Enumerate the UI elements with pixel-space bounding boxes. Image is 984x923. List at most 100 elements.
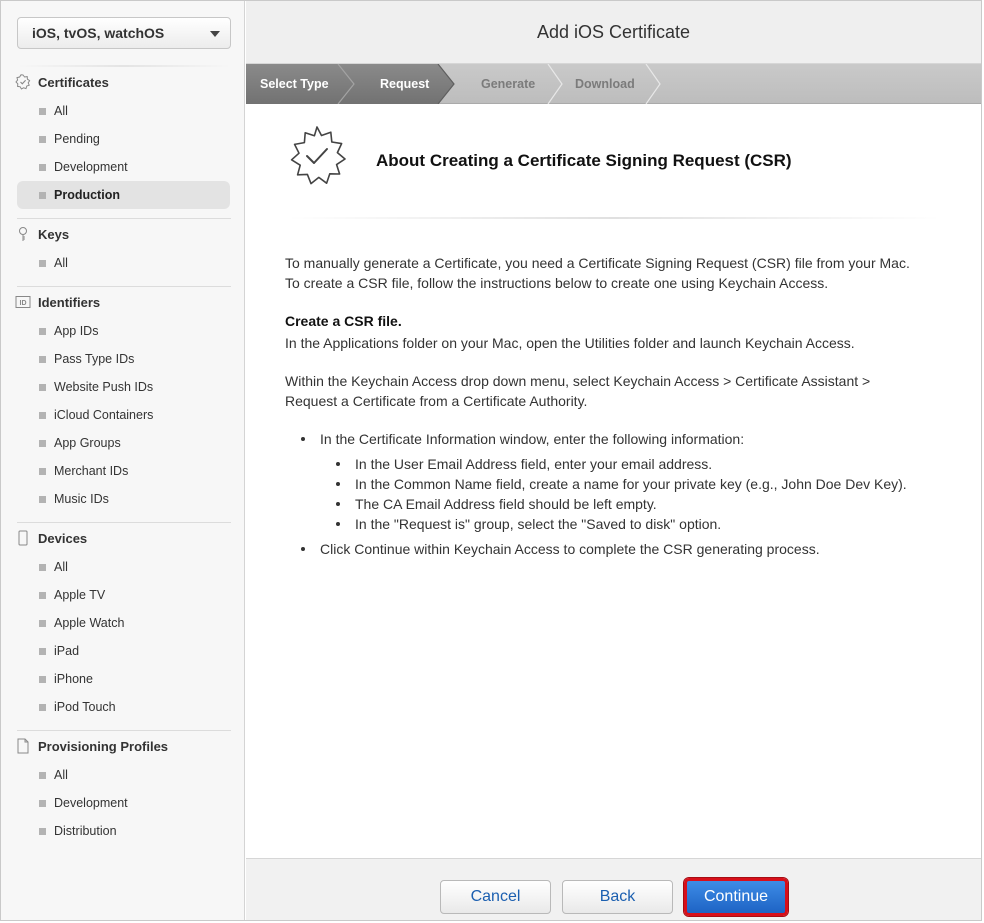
sidebar-item-apple-tv[interactable]: Apple TV <box>17 581 230 609</box>
bullet-icon <box>39 799 46 807</box>
bullet-icon <box>39 771 46 779</box>
sidebar: iOS, tvOS, watchOS Certificates All Pend… <box>1 1 245 920</box>
sidebar-item-apple-watch[interactable]: Apple Watch <box>17 609 230 637</box>
section-title: Keys <box>38 226 70 242</box>
list-item: In the User Email Address field, enter y… <box>334 454 925 474</box>
id-icon: ID <box>15 294 31 310</box>
page-title: Add iOS Certificate <box>246 1 981 64</box>
sidebar-item-app-ids[interactable]: App IDs <box>17 317 230 345</box>
bullet-icon <box>39 327 46 335</box>
platform-select-value: iOS, tvOS, watchOS <box>32 25 165 41</box>
step-select-type: Select Type <box>260 77 329 91</box>
sidebar-item-label: iPad <box>54 644 80 658</box>
sidebar-item-merchant-ids[interactable]: Merchant IDs <box>17 457 230 485</box>
section-title: Provisioning Profiles <box>38 738 169 754</box>
sidebar-item-label: Production <box>54 188 120 202</box>
sidebar-divider <box>17 522 231 523</box>
sidebar-item-ipad[interactable]: iPad <box>17 637 230 665</box>
sidebar-item-label: All <box>54 560 68 574</box>
sidebar-item-label: All <box>54 104 68 118</box>
list-item: In the Common Name field, create a name … <box>334 474 925 494</box>
sidebar-item-icloud-containers[interactable]: iCloud Containers <box>17 401 230 429</box>
sidebar-item-label: Distribution <box>54 824 117 838</box>
sidebar-item-certificates-all[interactable]: All <box>17 97 230 125</box>
bullet-icon <box>39 259 46 267</box>
list-item: Click Continue within Keychain Access to… <box>299 539 925 559</box>
device-icon <box>15 530 31 546</box>
sidebar-item-label: Development <box>54 160 128 174</box>
bullet-icon <box>39 439 46 447</box>
main-panel: Add iOS Certificate Select Type Request … <box>246 1 981 920</box>
svg-text:ID: ID <box>20 300 27 307</box>
bullet-icon <box>39 827 46 835</box>
section-provisioning-profiles[interactable]: Provisioning Profiles <box>15 735 231 757</box>
csr-text: In the Applications folder on your Mac, … <box>285 335 855 351</box>
section-identifiers[interactable]: ID Identifiers <box>15 291 231 313</box>
sidebar-item-label: Pending <box>54 132 100 146</box>
sidebar-item-label: All <box>54 768 68 782</box>
section-devices[interactable]: Devices <box>15 527 231 549</box>
content-divider <box>286 217 942 219</box>
bullet-icon <box>39 383 46 391</box>
back-button[interactable]: Back <box>562 880 673 914</box>
instruction-list: In the Certificate Information window, e… <box>299 429 925 559</box>
bullet-icon <box>39 107 46 115</box>
select-divider <box>17 65 231 67</box>
sidebar-item-label: App IDs <box>54 324 99 338</box>
sub-instruction-list: In the User Email Address field, enter y… <box>334 454 925 534</box>
bullet-icon <box>39 411 46 419</box>
step-download: Download <box>575 77 635 91</box>
sidebar-item-pass-type-ids[interactable]: Pass Type IDs <box>17 345 230 373</box>
step-generate: Generate <box>481 77 536 91</box>
sidebar-item-label: Website Push IDs <box>54 380 154 394</box>
cancel-button[interactable]: Cancel <box>440 880 551 914</box>
bullet-icon <box>39 135 46 143</box>
step-progress-bar: Select Type Request Generate Download <box>246 64 981 104</box>
list-item-text: In the Certificate Information window, e… <box>320 431 745 447</box>
bullet-icon <box>39 467 46 475</box>
sidebar-divider <box>17 218 231 219</box>
sidebar-item-certificates-production[interactable]: Production <box>17 181 230 209</box>
document-icon <box>15 738 31 754</box>
sidebar-item-label: Development <box>54 796 128 810</box>
section-title: Devices <box>38 530 88 546</box>
sidebar-divider <box>17 730 231 731</box>
sidebar-item-iphone[interactable]: iPhone <box>17 665 230 693</box>
sidebar-item-keys-all[interactable]: All <box>17 249 230 277</box>
content-area: About Creating a Certificate Signing Req… <box>246 105 981 858</box>
sidebar-item-label: iPhone <box>54 672 93 686</box>
sidebar-divider <box>17 286 231 287</box>
section-certificates[interactable]: Certificates <box>15 71 231 93</box>
sidebar-item-ipod-touch[interactable]: iPod Touch <box>17 693 230 721</box>
sidebar-item-devices-all[interactable]: All <box>17 553 230 581</box>
sidebar-item-profiles-development[interactable]: Development <box>17 789 230 817</box>
sidebar-item-label: App Groups <box>54 436 121 450</box>
sidebar-item-profiles-all[interactable]: All <box>17 761 230 789</box>
bullet-icon <box>39 495 46 503</box>
section-title: Identifiers <box>38 294 101 310</box>
sidebar-item-app-groups[interactable]: App Groups <box>17 429 230 457</box>
sidebar-item-label: Music IDs <box>54 492 109 506</box>
menu-text: Within the Keychain Access drop down men… <box>285 373 871 409</box>
sidebar-item-label: Merchant IDs <box>54 464 129 478</box>
instructions: To manually generate a Certificate, you … <box>285 253 925 564</box>
csr-heading: Create a CSR file. <box>285 313 402 329</box>
sidebar-item-label: iCloud Containers <box>54 408 154 422</box>
sidebar-item-website-push-ids[interactable]: Website Push IDs <box>17 373 230 401</box>
bullet-icon <box>39 703 46 711</box>
sidebar-item-certificates-pending[interactable]: Pending <box>17 125 230 153</box>
sidebar-item-music-ids[interactable]: Music IDs <box>17 485 230 513</box>
sidebar-item-profiles-distribution[interactable]: Distribution <box>17 817 230 845</box>
section-keys[interactable]: Keys <box>15 223 231 245</box>
sidebar-item-label: Apple Watch <box>54 616 125 630</box>
continue-button[interactable]: Continue <box>684 878 788 916</box>
section-title: Certificates <box>38 74 109 90</box>
sidebar-item-label: Pass Type IDs <box>54 352 135 366</box>
list-item: In the Certificate Information window, e… <box>299 429 925 534</box>
step-request: Request <box>380 77 430 91</box>
platform-select[interactable]: iOS, tvOS, watchOS <box>17 17 231 49</box>
sidebar-item-certificates-development[interactable]: Development <box>17 153 230 181</box>
intro-text: To manually generate a Certificate, you … <box>285 255 910 291</box>
key-icon <box>15 226 31 242</box>
bullet-icon <box>39 675 46 683</box>
